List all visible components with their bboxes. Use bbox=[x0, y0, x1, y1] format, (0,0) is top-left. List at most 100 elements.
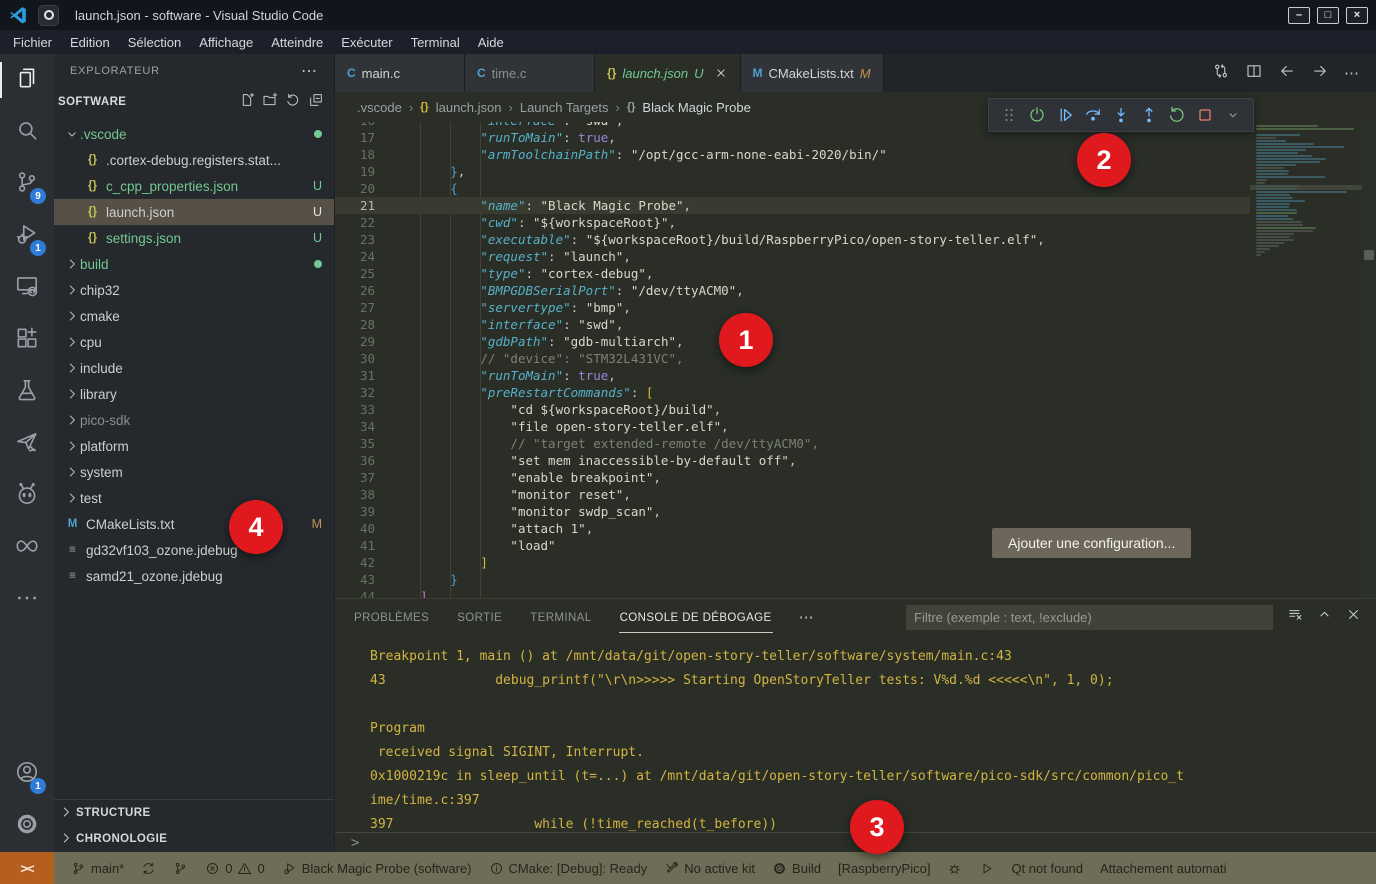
clear-console-icon[interactable] bbox=[1287, 606, 1304, 628]
menu-exécuter[interactable]: Exécuter bbox=[332, 33, 401, 52]
tree-item-library[interactable]: library bbox=[54, 381, 334, 407]
minimap[interactable] bbox=[1250, 122, 1362, 598]
activity-source-control[interactable]: 9 bbox=[0, 158, 54, 210]
panel-more-button[interactable]: ⋯ bbox=[799, 608, 815, 626]
status-item[interactable]: No active kit bbox=[664, 861, 755, 876]
close-panel-icon[interactable] bbox=[1345, 606, 1362, 628]
activity-testing[interactable] bbox=[0, 366, 54, 418]
tree-item-CMakeLists.txt[interactable]: MCMakeLists.txtM bbox=[54, 511, 334, 537]
remote-indicator[interactable]: >< bbox=[0, 852, 54, 884]
tab-CMakeLists.txt[interactable]: MCMakeLists.txtM bbox=[741, 54, 884, 92]
section-structure[interactable]: STRUCTURE bbox=[54, 800, 334, 826]
stop-icon[interactable] bbox=[1193, 103, 1217, 127]
activity-remote-explorer[interactable] bbox=[0, 262, 54, 314]
panel-tab-CONSOLE DE DÉBOGAGE[interactable]: CONSOLE DE DÉBOGAGE bbox=[619, 602, 773, 633]
breadcrumb-item[interactable]: Black Magic Probe bbox=[642, 100, 750, 115]
status-item[interactable]: [RaspberryPico] bbox=[838, 861, 930, 876]
tree-item-build[interactable]: build bbox=[54, 251, 334, 277]
open-changes-icon[interactable] bbox=[1212, 62, 1230, 85]
menu-edition[interactable]: Edition bbox=[61, 33, 119, 52]
editor-scrollbar[interactable] bbox=[1362, 122, 1376, 598]
chevron-down-icon[interactable] bbox=[1221, 103, 1245, 127]
status-item[interactable]: Attachement automati bbox=[1100, 861, 1226, 876]
sidebar-more-button[interactable]: ⋯ bbox=[301, 61, 318, 81]
collapse-all-button[interactable] bbox=[308, 92, 324, 111]
console-filter-input[interactable] bbox=[906, 605, 1273, 630]
activity-deploy-tools[interactable] bbox=[0, 418, 54, 470]
status-item[interactable] bbox=[947, 861, 962, 876]
tree-item-cmake[interactable]: cmake bbox=[54, 303, 334, 329]
maximize-panel-icon[interactable] bbox=[1316, 606, 1333, 628]
tree-item-.cortex-debug.registers.stat...[interactable]: {}.cortex-debug.registers.stat... bbox=[54, 147, 334, 173]
tree-item-test[interactable]: test bbox=[54, 485, 334, 511]
menu-terminal[interactable]: Terminal bbox=[402, 33, 469, 52]
breadcrumb-item[interactable]: Launch Targets bbox=[520, 100, 609, 115]
grip-icon[interactable] bbox=[997, 103, 1021, 127]
activity-account[interactable]: 1 bbox=[0, 748, 54, 800]
menu-affichage[interactable]: Affichage bbox=[190, 33, 262, 52]
restart-icon[interactable] bbox=[1165, 103, 1189, 127]
split-editor-icon[interactable] bbox=[1245, 62, 1263, 85]
activity-infinity-extension[interactable] bbox=[0, 522, 54, 574]
activity-more[interactable] bbox=[0, 574, 54, 626]
step-out-icon[interactable] bbox=[1137, 103, 1161, 127]
new-file-button[interactable] bbox=[239, 92, 255, 111]
activity-settings[interactable] bbox=[0, 800, 54, 852]
close-button[interactable]: × bbox=[1346, 7, 1368, 24]
activity-explorer[interactable] bbox=[0, 54, 54, 106]
power-icon[interactable] bbox=[1025, 103, 1049, 127]
tab-main.c[interactable]: Cmain.c bbox=[335, 54, 465, 92]
status-item[interactable]: Qt not found bbox=[1011, 861, 1083, 876]
tree-item-platform[interactable]: platform bbox=[54, 433, 334, 459]
breadcrumb-item[interactable]: launch.json bbox=[436, 100, 502, 115]
status-item[interactable] bbox=[979, 861, 994, 876]
status-item[interactable]: Black Magic Probe (software) bbox=[282, 861, 472, 876]
step-over-icon[interactable] bbox=[1081, 103, 1105, 127]
status-item[interactable]: Build bbox=[772, 861, 821, 876]
menu-aide[interactable]: Aide bbox=[469, 33, 513, 52]
continue-icon[interactable] bbox=[1053, 103, 1077, 127]
code-editor[interactable]: 16 "interface": "swd", 17 "runToMain": t… bbox=[335, 122, 1376, 598]
tree-item-settings.json[interactable]: {}settings.jsonU bbox=[54, 225, 334, 251]
more-actions-icon[interactable]: ⋯ bbox=[1344, 64, 1360, 82]
tree-item-chip32[interactable]: chip32 bbox=[54, 277, 334, 303]
minimize-button[interactable]: – bbox=[1288, 7, 1310, 24]
tree-item-cpu[interactable]: cpu bbox=[54, 329, 334, 355]
status-item[interactable]: CMake: [Debug]: Ready bbox=[489, 861, 648, 876]
tree-item-.vscode[interactable]: .vscode bbox=[54, 121, 334, 147]
maximize-button[interactable]: □ bbox=[1317, 7, 1339, 24]
panel-tab-TERMINAL[interactable]: TERMINAL bbox=[529, 602, 592, 633]
tree-item-launch.json[interactable]: {}launch.jsonU bbox=[54, 199, 334, 225]
step-into-icon[interactable] bbox=[1109, 103, 1133, 127]
close-tab-icon[interactable] bbox=[714, 66, 728, 80]
activity-run-and-debug[interactable]: 1 bbox=[0, 210, 54, 262]
tree-item-gd32vf103_ozone.jdebug[interactable]: ≡gd32vf103_ozone.jdebug bbox=[54, 537, 334, 563]
activity-extensions[interactable] bbox=[0, 314, 54, 366]
new-folder-button[interactable] bbox=[262, 92, 278, 111]
activity-alien-extension[interactable] bbox=[0, 470, 54, 522]
menu-sélection[interactable]: Sélection bbox=[119, 33, 190, 52]
workspace-section-header[interactable]: SOFTWARE bbox=[54, 88, 334, 115]
tab-launch.json[interactable]: {}launch.jsonU bbox=[595, 54, 741, 92]
tree-item-c_cpp_properties.json[interactable]: {}c_cpp_properties.jsonU bbox=[54, 173, 334, 199]
tree-item-samd21_ozone.jdebug[interactable]: ≡samd21_ozone.jdebug bbox=[54, 563, 334, 589]
add-configuration-button[interactable]: Ajouter une configuration... bbox=[992, 528, 1191, 558]
breadcrumb-item[interactable]: .vscode bbox=[357, 100, 402, 115]
menu-atteindre[interactable]: Atteindre bbox=[262, 33, 332, 52]
navigate-back-icon[interactable] bbox=[1278, 62, 1296, 85]
refresh-button[interactable] bbox=[285, 92, 301, 111]
tree-item-system[interactable]: system bbox=[54, 459, 334, 485]
section-chronologie[interactable]: CHRONOLOGIE bbox=[54, 826, 334, 852]
panel-tab-PROBLÈMES[interactable]: PROBLÈMES bbox=[353, 602, 430, 633]
activity-search[interactable] bbox=[0, 106, 54, 158]
menu-fichier[interactable]: Fichier bbox=[4, 33, 61, 52]
navigate-forward-icon[interactable] bbox=[1311, 62, 1329, 85]
status-item[interactable]: 00 bbox=[205, 861, 264, 876]
panel-tab-SORTIE[interactable]: SORTIE bbox=[456, 602, 503, 633]
tree-item-pico-sdk[interactable]: pico-sdk bbox=[54, 407, 334, 433]
status-item[interactable]: main* bbox=[71, 861, 124, 876]
status-item[interactable] bbox=[141, 861, 156, 876]
tree-item-include[interactable]: include bbox=[54, 355, 334, 381]
tab-time.c[interactable]: Ctime.c bbox=[465, 54, 595, 92]
status-item[interactable] bbox=[173, 861, 188, 876]
